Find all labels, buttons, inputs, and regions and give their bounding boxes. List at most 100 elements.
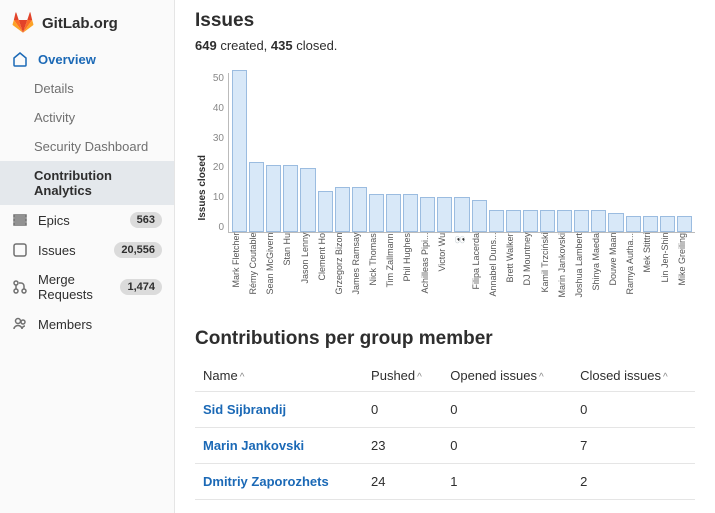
chart-bar[interactable] bbox=[318, 191, 333, 232]
chart-bar[interactable] bbox=[352, 187, 367, 232]
chart-plot bbox=[228, 73, 695, 233]
x-tick-label: Rémy Coutable bbox=[248, 233, 263, 302]
chart-bar[interactable] bbox=[472, 200, 487, 232]
merge-icon bbox=[12, 279, 28, 295]
th-name[interactable]: Name^ bbox=[195, 360, 363, 392]
chart-bar[interactable] bbox=[386, 194, 401, 232]
member-name[interactable]: Dmitriy Zaporozhets bbox=[195, 463, 363, 499]
x-tick-label: Phil Hughes bbox=[402, 233, 417, 302]
sidebar-item-merge-requests[interactable]: Merge Requests 1,474 bbox=[0, 265, 174, 309]
x-tick-label: Kamil Trzciński bbox=[540, 233, 555, 302]
chart-bar[interactable] bbox=[557, 210, 572, 232]
sidebar-sub-contribution-analytics[interactable]: Contribution Analytics bbox=[0, 161, 174, 205]
chart-bar[interactable] bbox=[437, 197, 452, 232]
chart-bar[interactable] bbox=[574, 210, 589, 232]
contributions-table: Name^ Pushed^ Opened issues^ Closed issu… bbox=[195, 360, 695, 500]
chart-bar[interactable] bbox=[506, 210, 521, 232]
chart-bar[interactable] bbox=[608, 213, 623, 232]
issues-title: Issues bbox=[195, 10, 695, 32]
nav-label: Merge Requests bbox=[38, 272, 120, 302]
member-name[interactable]: Marin Jankovski bbox=[195, 427, 363, 463]
main-content: Issues 649 created, 435 closed. Issues c… bbox=[175, 0, 715, 513]
issues-icon bbox=[12, 242, 28, 258]
x-tick-label: Mark Fletcher bbox=[231, 233, 246, 302]
issues-closed-chart: Issues closed 50403020100 Mark FletcherR… bbox=[195, 73, 695, 302]
chart-bar[interactable] bbox=[677, 216, 692, 232]
x-tick-label: Stan Hu bbox=[282, 233, 297, 302]
x-tick-label: Shinya Maeda bbox=[591, 233, 606, 302]
chart-bar[interactable] bbox=[591, 210, 606, 232]
cell-closed: 2 bbox=[572, 463, 695, 499]
nav-label: Overview bbox=[38, 52, 162, 67]
x-tick-label: James Ramsay bbox=[351, 233, 366, 302]
x-tick-label: DJ Mountney bbox=[522, 233, 537, 302]
chart-bar[interactable] bbox=[420, 197, 435, 232]
table-row: Sid Sijbrandij000 bbox=[195, 391, 695, 427]
chart-bar[interactable] bbox=[300, 168, 315, 232]
sort-icon: ^ bbox=[539, 372, 544, 383]
home-icon bbox=[12, 51, 28, 67]
sort-icon: ^ bbox=[417, 372, 422, 383]
sort-icon: ^ bbox=[240, 372, 245, 383]
chart-bar[interactable] bbox=[489, 210, 504, 232]
cell-closed: 0 bbox=[572, 391, 695, 427]
y-axis-label: Issues closed bbox=[195, 73, 208, 302]
sort-icon: ^ bbox=[663, 372, 668, 383]
x-tick-label: Nick Thomas bbox=[368, 233, 383, 302]
chart-bar[interactable] bbox=[283, 165, 298, 232]
chart-bar[interactable] bbox=[369, 194, 384, 232]
gitlab-logo-icon bbox=[12, 12, 34, 34]
th-pushed[interactable]: Pushed^ bbox=[363, 360, 442, 392]
x-tick-label: Brett Walker bbox=[505, 233, 520, 302]
org-name: GitLab.org bbox=[42, 15, 118, 32]
chart-bar[interactable] bbox=[232, 70, 247, 232]
sidebar-sub-security[interactable]: Security Dashboard bbox=[0, 132, 174, 161]
count-badge: 1,474 bbox=[120, 279, 162, 295]
th-opened[interactable]: Opened issues^ bbox=[442, 360, 572, 392]
chart-bar[interactable] bbox=[643, 216, 658, 232]
chart-bar[interactable] bbox=[266, 165, 281, 232]
sidebar-sub-activity[interactable]: Activity bbox=[0, 103, 174, 132]
count-badge: 20,556 bbox=[114, 242, 162, 258]
x-tick-label: Filipa Lacerda bbox=[471, 233, 486, 302]
sidebar-sub-details[interactable]: Details bbox=[0, 74, 174, 103]
x-tick-label: Mike Greiling bbox=[677, 233, 692, 302]
nav-label: Epics bbox=[38, 213, 130, 228]
table-row: Marin Jankovski2307 bbox=[195, 427, 695, 463]
chart-bar[interactable] bbox=[523, 210, 538, 232]
chart-bar[interactable] bbox=[335, 187, 350, 232]
chart-bar[interactable] bbox=[403, 194, 418, 232]
cell-opened: 0 bbox=[442, 391, 572, 427]
count-badge: 563 bbox=[130, 212, 162, 228]
cell-closed: 7 bbox=[572, 427, 695, 463]
th-closed[interactable]: Closed issues^ bbox=[572, 360, 695, 392]
org-header[interactable]: GitLab.org bbox=[0, 8, 174, 44]
table-row: Dmitriy Zaporozhets2412 bbox=[195, 463, 695, 499]
sidebar: GitLab.org Overview Details Activity Sec… bbox=[0, 0, 175, 513]
x-tick-label: Ramya Autha... bbox=[625, 233, 640, 302]
sidebar-item-issues[interactable]: Issues 20,556 bbox=[0, 235, 174, 265]
x-tick-label: Tim Zallmann bbox=[385, 233, 400, 302]
cell-pushed: 23 bbox=[363, 427, 442, 463]
x-tick-label: Victor Wu bbox=[437, 233, 452, 302]
chart-bar[interactable] bbox=[626, 216, 641, 232]
issues-summary: 649 created, 435 closed. bbox=[195, 38, 695, 53]
epics-icon bbox=[12, 212, 28, 228]
member-name[interactable]: Sid Sijbrandij bbox=[195, 391, 363, 427]
sidebar-item-epics[interactable]: Epics 563 bbox=[0, 205, 174, 235]
chart-bar[interactable] bbox=[540, 210, 555, 232]
nav-label: Issues bbox=[38, 243, 114, 258]
x-tick-label: Sean McGivern bbox=[265, 233, 280, 302]
x-tick-label: Douwe Maan bbox=[608, 233, 623, 302]
members-icon bbox=[12, 316, 28, 332]
x-tick-label: Clement Ho bbox=[317, 233, 332, 302]
x-tick-label: Lin Jen-Shin bbox=[660, 233, 675, 302]
chart-bar[interactable] bbox=[660, 216, 675, 232]
sidebar-item-members[interactable]: Members bbox=[0, 309, 174, 339]
cell-pushed: 24 bbox=[363, 463, 442, 499]
cell-opened: 1 bbox=[442, 463, 572, 499]
chart-bar[interactable] bbox=[249, 162, 264, 232]
x-tick-label: Jason Lenny bbox=[300, 233, 315, 302]
chart-bar[interactable] bbox=[454, 197, 469, 232]
sidebar-item-overview[interactable]: Overview bbox=[0, 44, 174, 74]
